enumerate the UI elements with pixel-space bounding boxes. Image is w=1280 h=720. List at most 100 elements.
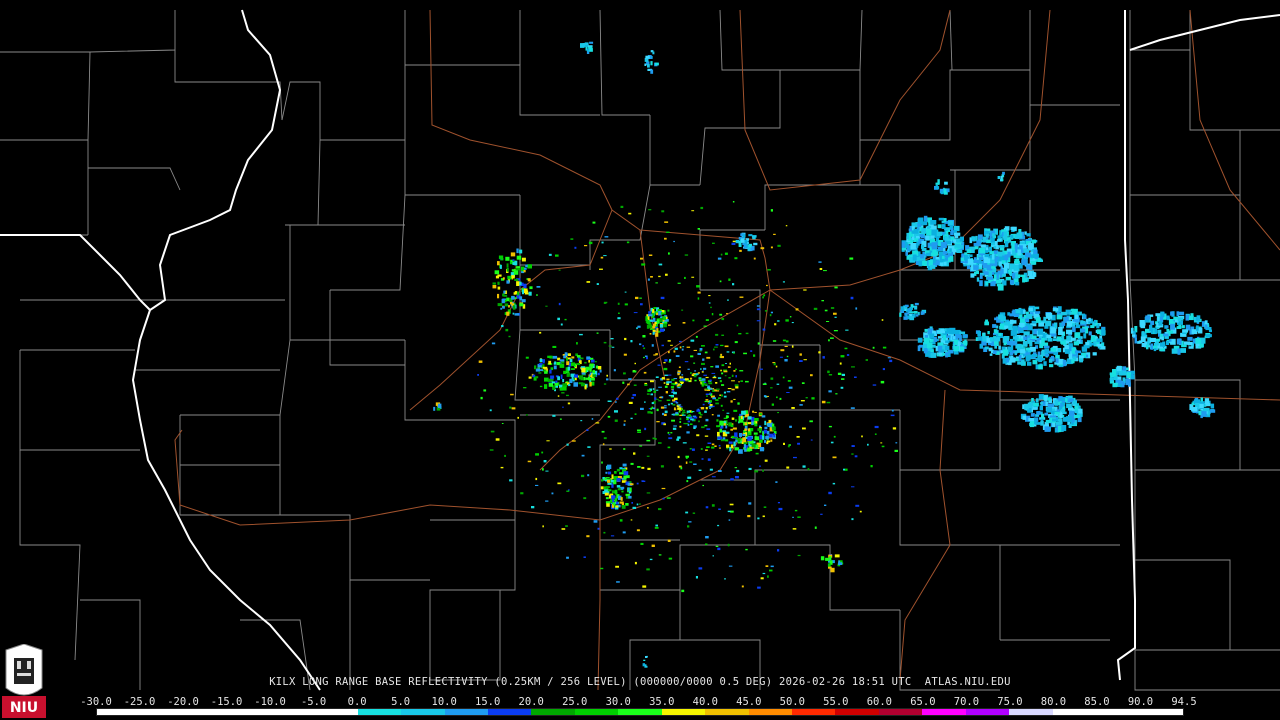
echo-pixel bbox=[620, 497, 623, 501]
county-line bbox=[1129, 279, 1280, 471]
echo-pixel bbox=[655, 376, 659, 378]
echo-pixel bbox=[685, 461, 688, 464]
echo-pixel bbox=[691, 374, 695, 377]
colorbar-segment bbox=[1009, 709, 1053, 715]
echo-pixel bbox=[644, 63, 647, 66]
echo-pixel bbox=[1001, 178, 1004, 182]
echo-pixel bbox=[1010, 226, 1014, 231]
echo-pixel bbox=[607, 489, 612, 492]
echo-pixel bbox=[576, 363, 581, 366]
echo-pixel bbox=[699, 348, 703, 351]
echo-pixel bbox=[571, 440, 576, 442]
echo-pixel bbox=[580, 382, 585, 387]
echo-pixel bbox=[562, 379, 565, 383]
county-line bbox=[280, 514, 430, 581]
echo-pixel bbox=[1081, 328, 1086, 333]
county-line bbox=[1134, 470, 1280, 651]
echo-pixel bbox=[1012, 226, 1017, 232]
echo-pixel bbox=[636, 482, 639, 485]
legend-tick-label: 0.0 bbox=[347, 696, 367, 708]
echo-pixel bbox=[731, 417, 735, 420]
echo-pixel bbox=[745, 332, 749, 335]
echo-pixel bbox=[635, 296, 639, 300]
echo-pixel bbox=[779, 397, 782, 400]
echo-pixel bbox=[1048, 359, 1053, 363]
county-line bbox=[19, 350, 140, 451]
echo-pixel bbox=[551, 381, 556, 384]
echo-pixel bbox=[1177, 348, 1181, 355]
legend-tick-label: 55.0 bbox=[823, 696, 849, 708]
county-boundaries bbox=[0, 9, 1280, 691]
echo-pixel bbox=[1093, 319, 1097, 324]
echo-pixel bbox=[1200, 397, 1203, 402]
echo-pixel bbox=[789, 425, 792, 428]
colorbar-segment bbox=[792, 709, 836, 715]
echo-pixel bbox=[597, 366, 602, 370]
echo-pixel bbox=[557, 395, 560, 397]
echo-pixel bbox=[731, 242, 736, 245]
echo-pixel bbox=[762, 515, 765, 518]
echo-pixel bbox=[642, 663, 645, 667]
echo-pixel bbox=[679, 378, 684, 381]
echo-pixel bbox=[766, 441, 769, 445]
echo-pixel bbox=[830, 337, 834, 339]
legend-tick-label: -25.0 bbox=[123, 696, 156, 708]
echo-pixel bbox=[594, 361, 597, 363]
echo-pixel bbox=[909, 316, 915, 321]
echo-pixel bbox=[705, 449, 708, 451]
highway-line bbox=[899, 389, 951, 681]
echo-pixel bbox=[607, 400, 612, 402]
echo-pixel bbox=[511, 407, 516, 410]
highway-line bbox=[429, 9, 771, 291]
echo-pixel bbox=[1204, 324, 1208, 329]
echo-pixel bbox=[1183, 341, 1190, 345]
echo-pixel bbox=[1003, 336, 1010, 340]
echo-pixel bbox=[641, 466, 645, 469]
echo-pixel bbox=[1047, 314, 1051, 321]
echo-pixel bbox=[535, 484, 539, 486]
echo-pixel bbox=[519, 303, 524, 307]
echo-pixel bbox=[571, 356, 575, 359]
echo-pixel bbox=[912, 254, 917, 261]
echo-pixel bbox=[777, 244, 781, 247]
state-line bbox=[0, 234, 151, 311]
echo-pixel bbox=[1064, 349, 1071, 354]
echo-pixel bbox=[651, 406, 654, 409]
echo-pixel bbox=[1168, 339, 1172, 342]
echo-pixel bbox=[721, 318, 725, 321]
echo-pixel bbox=[501, 423, 504, 424]
echo-pixel bbox=[661, 487, 666, 490]
echo-pixel bbox=[646, 357, 648, 360]
echo-pixel bbox=[843, 468, 845, 471]
echo-pixel bbox=[680, 382, 684, 384]
echo-pixel bbox=[834, 286, 838, 289]
echo-pixel bbox=[729, 362, 731, 365]
echo-pixel bbox=[525, 290, 529, 293]
echo-pixel bbox=[539, 385, 543, 388]
echo-pixel bbox=[642, 585, 647, 588]
echo-pixel bbox=[1014, 351, 1017, 356]
county-line bbox=[1134, 380, 1240, 471]
echo-pixel bbox=[663, 323, 667, 328]
echo-pixel bbox=[985, 319, 988, 324]
echo-pixel bbox=[522, 289, 524, 295]
echo-pixel bbox=[791, 407, 795, 409]
echo-pixel bbox=[711, 446, 715, 449]
echo-pixel bbox=[492, 282, 496, 285]
echo-pixel bbox=[547, 378, 551, 383]
state-boundaries bbox=[0, 9, 1280, 691]
echo-pixel bbox=[707, 458, 711, 461]
echo-pixel bbox=[611, 490, 616, 494]
echo-pixel bbox=[668, 361, 671, 363]
echo-pixel bbox=[748, 234, 753, 237]
echo-pixel bbox=[833, 435, 836, 438]
echo-pixel bbox=[730, 478, 734, 481]
echo-pixel bbox=[974, 246, 979, 250]
echo-pixel bbox=[698, 420, 700, 423]
echo-pixel bbox=[720, 344, 724, 347]
echo-pixel bbox=[899, 312, 902, 317]
echo-pixel bbox=[1052, 308, 1059, 312]
echo-pixel bbox=[1041, 413, 1045, 419]
echo-pixel bbox=[751, 416, 755, 422]
echo-pixel bbox=[705, 388, 709, 390]
